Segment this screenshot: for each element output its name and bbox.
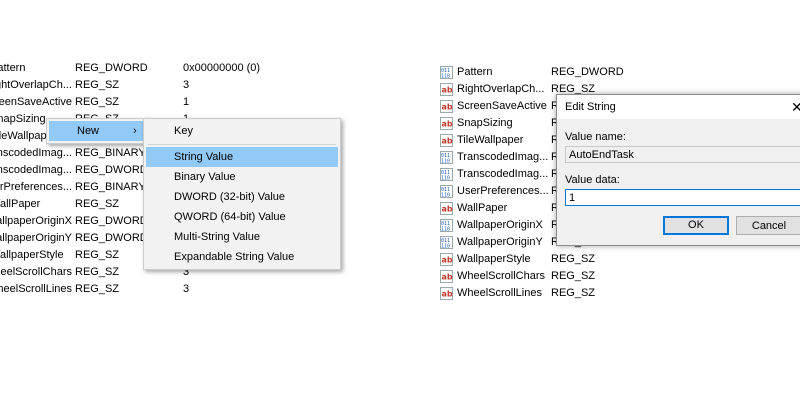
registry-name: Pattern [457,66,493,78]
registry-row[interactable]: ab WheelScrollChars REG_SZ [440,268,800,285]
menu-item-string-value[interactable]: String Value [146,147,338,167]
menu-item-key[interactable]: Key [146,121,338,141]
svg-text:ab: ab [442,137,453,146]
string-value-icon: ab [440,100,453,113]
menu-item-dword-value[interactable]: DWORD (32-bit) Value [146,187,338,207]
registry-row[interactable]: ScreenSaveActiveREG_SZ1 [0,94,300,111]
registry-name: WallpaperOriginX [457,219,543,231]
registry-name: WheelScrollChars [457,270,546,282]
menu-item-qword-value[interactable]: QWORD (64-bit) Value [146,207,338,227]
registry-row[interactable]: RightOverlapCh...REG_SZ3 [0,77,300,94]
binary-value-icon: 011 110 [440,151,453,165]
string-value-icon: ab [440,134,453,147]
chevron-right-icon: › [133,125,137,137]
binary-value-icon: 011 110 [440,185,453,199]
context-menu: New › [46,118,148,144]
svg-text:110: 110 [441,193,450,199]
svg-text:ab: ab [442,205,453,214]
registry-name: UserPreferences... [457,185,549,197]
registry-name: TranscodedImag... [457,151,549,163]
menu-item-binary-value[interactable]: Binary Value [146,167,338,187]
ok-button[interactable]: OK [663,216,729,235]
menu-separator [148,144,336,145]
svg-text:110: 110 [441,159,450,165]
registry-name: TileWallpaper [457,134,524,146]
svg-text:ab: ab [442,290,453,299]
string-value-icon: ab [440,270,453,283]
string-value-icon: ab [440,117,453,130]
string-value-icon: ab [440,83,453,96]
string-value-icon: ab [440,253,453,266]
string-value-icon: ab [440,287,453,300]
svg-text:110: 110 [441,74,450,80]
registry-type: REG_SZ [551,270,596,282]
dialog-title: Edit String [565,101,616,113]
svg-text:ab: ab [442,273,453,282]
registry-name: WallpaperOriginY [457,236,543,248]
registry-row[interactable]: ab WheelScrollLines REG_SZ [440,285,800,302]
registry-type: REG_DWORD [551,66,624,78]
value-name-field[interactable]: AutoEndTask [565,146,800,163]
value-name-label: Value name: [565,131,626,143]
svg-text:ab: ab [442,86,453,95]
registry-name: ScreenSaveActive [457,100,547,112]
menu-item-new[interactable]: New › [49,121,145,141]
binary-value-icon: 011 110 [440,236,453,250]
registry-type: REG_SZ [551,287,596,299]
registry-name: WallpaperStyle [457,253,531,265]
string-value-icon: ab [440,202,453,215]
registry-type: REG_SZ [551,253,596,265]
edit-string-dialog: Edit String ✕ Value name: AutoEndTask Va… [556,94,800,246]
binary-value-icon: 011 110 [440,168,453,182]
registry-name: WheelScrollLines [457,287,542,299]
new-submenu: Key String Value Binary Value DWORD (32-… [143,118,341,270]
registry-name: WallPaper [457,202,508,214]
svg-text:ab: ab [442,103,453,112]
svg-text:110: 110 [441,227,450,233]
close-icon[interactable]: ✕ [791,99,800,116]
registry-row[interactable]: PatternREG_DWORD0x00000000 (0) [0,60,300,77]
binary-value-icon: 011 110 [440,219,453,233]
registry-row[interactable]: WheelScrollLinesREG_SZ3 [0,281,300,298]
value-data-input[interactable]: 1 [565,189,800,206]
menu-item-multi-string-value[interactable]: Multi-String Value [146,227,338,247]
svg-text:110: 110 [441,244,450,250]
menu-item-expandable-string-value[interactable]: Expandable String Value [146,247,338,267]
registry-name: RightOverlapCh... [457,83,545,95]
svg-text:ab: ab [442,256,453,265]
registry-row[interactable]: ab WallpaperStyle REG_SZ [440,251,800,268]
registry-name: SnapSizing [457,117,513,129]
registry-row[interactable]: 011 110 Pattern REG_DWORD [440,64,800,81]
registry-name: TranscodedImag... [457,168,549,180]
value-data-label: Value data: [565,174,620,186]
svg-text:ab: ab [442,120,453,129]
dialog-title-bar[interactable]: Edit String ✕ [557,95,800,119]
binary-value-icon: 011 110 [440,66,453,80]
cancel-button[interactable]: Cancel [736,216,800,235]
svg-text:110: 110 [441,176,450,182]
